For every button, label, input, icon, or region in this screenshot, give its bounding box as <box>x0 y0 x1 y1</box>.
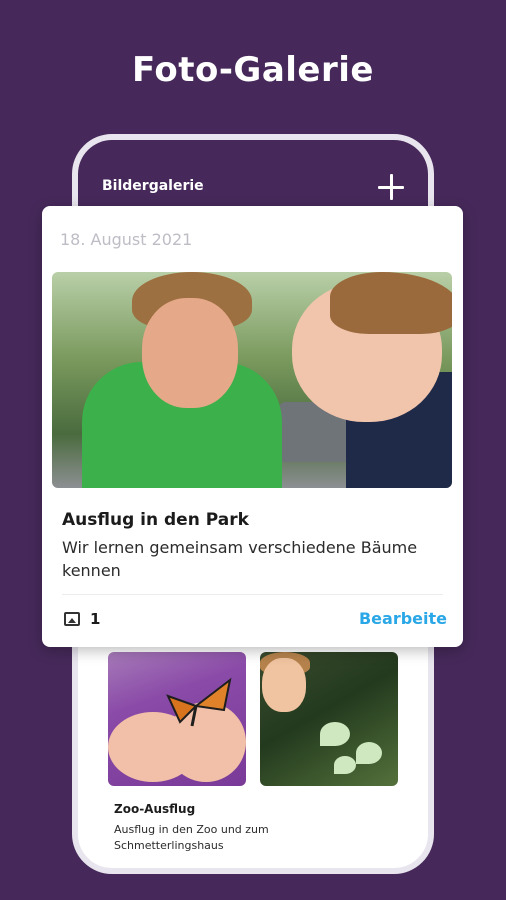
leaf-shape <box>356 742 382 764</box>
album-title: Ausflug in den Park <box>62 510 249 530</box>
divider <box>62 594 443 595</box>
butterfly-icon <box>166 677 232 727</box>
leaf-shape <box>334 756 356 774</box>
page-headline: Foto-Galerie <box>132 50 374 90</box>
app-title: Bildergalerie <box>102 178 204 194</box>
album-date: 18. August 2021 <box>60 230 193 249</box>
park-photo[interactable] <box>52 272 452 488</box>
edit-button[interactable]: Bearbeite <box>359 609 447 628</box>
garden-photo[interactable] <box>260 652 398 786</box>
kid-face-shape <box>262 658 306 712</box>
album-description: Ausflug in den Zoo und zum Schmetterling… <box>114 823 269 852</box>
kid-hair-shape <box>330 272 452 334</box>
boy-face-shape <box>142 298 238 408</box>
plus-icon[interactable] <box>376 172 406 202</box>
image-count: 1 <box>90 610 101 628</box>
featured-album-card[interactable]: 18. August 2021 Ausflug in den Park Wir … <box>42 206 463 647</box>
image-icon <box>64 612 80 626</box>
butterfly-photo[interactable] <box>108 652 246 786</box>
album-title: Zoo-Ausflug <box>114 802 196 816</box>
leaf-shape <box>320 722 350 746</box>
album-description: Wir lernen gemeinsam verschiedene Bäume … <box>62 538 418 580</box>
